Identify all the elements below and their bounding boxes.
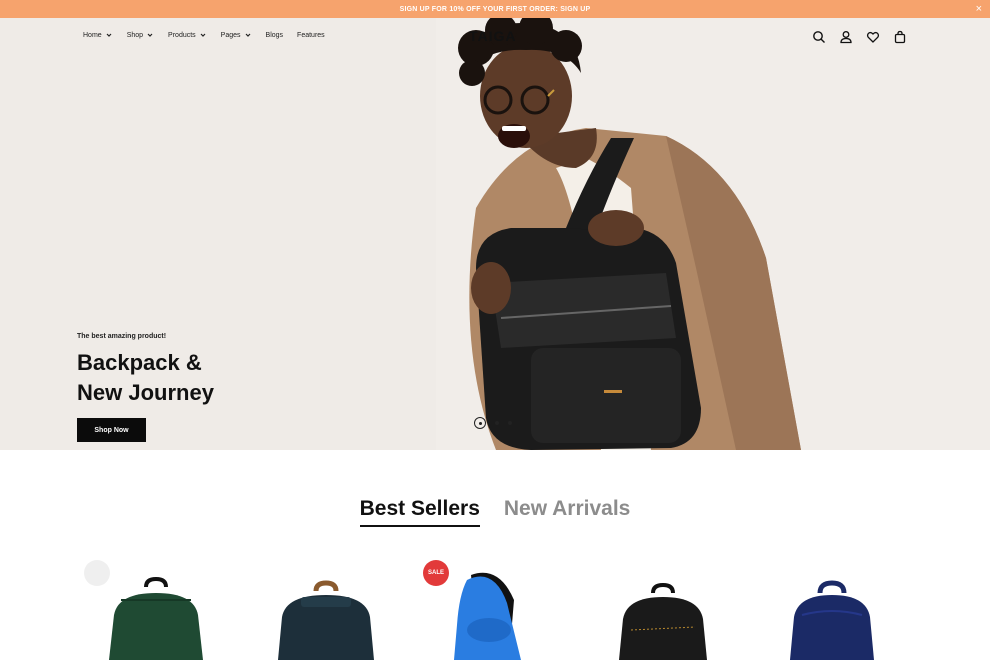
nav-item-pages[interactable]: Pages bbox=[221, 31, 252, 39]
chevron-down-icon bbox=[147, 33, 153, 37]
product-card[interactable] bbox=[752, 555, 912, 660]
hero-headline: Backpack & New Journey bbox=[77, 348, 214, 408]
search-icon[interactable] bbox=[812, 30, 826, 44]
nav-item-label: Home bbox=[83, 31, 102, 39]
hero-headline-line: Backpack & bbox=[77, 350, 202, 375]
nav-item-home[interactable]: Home bbox=[83, 31, 113, 39]
hero-headline-line: New Journey bbox=[77, 380, 214, 405]
slider-dot-active[interactable] bbox=[474, 417, 486, 429]
site-header: Home Shop Products Pages Blogs Features … bbox=[0, 18, 990, 56]
tab-new-arrivals[interactable]: New Arrivals bbox=[504, 497, 630, 527]
close-icon[interactable]: × bbox=[976, 2, 982, 16]
product-card[interactable] bbox=[409, 555, 569, 660]
backpack-image bbox=[278, 580, 374, 660]
slider-dot[interactable] bbox=[508, 421, 512, 425]
nav-item-products[interactable]: Products bbox=[168, 31, 207, 39]
nav-item-label: Features bbox=[297, 31, 325, 39]
nav-item-label: Pages bbox=[220, 31, 241, 39]
main-nav: Home Shop Products Pages Blogs Features bbox=[83, 31, 339, 39]
product-card[interactable] bbox=[76, 555, 236, 660]
nav-item-label: Shop bbox=[126, 31, 144, 39]
announcement-text[interactable]: SIGN UP FOR 10% OFF YOUR FIRST ORDER: SI… bbox=[400, 6, 591, 13]
nav-item-shop[interactable]: Shop bbox=[127, 31, 154, 39]
shop-now-button[interactable]: Shop Now bbox=[77, 418, 146, 442]
nav-item-label: Blogs bbox=[265, 31, 284, 39]
slider-pagination bbox=[474, 417, 512, 429]
hero-image bbox=[436, 18, 990, 450]
account-icon[interactable] bbox=[839, 30, 853, 44]
nav-item-blogs[interactable]: Blogs bbox=[266, 31, 284, 39]
product-card[interactable] bbox=[583, 555, 743, 660]
backpack-image bbox=[109, 576, 203, 660]
announcement-bar: SIGN UP FOR 10% OFF YOUR FIRST ORDER: SI… bbox=[0, 0, 990, 18]
hero-eyebrow: The best amazing product! bbox=[77, 333, 167, 340]
cart-icon[interactable] bbox=[893, 30, 907, 44]
hero-model-illustration bbox=[458, 18, 801, 450]
header-actions bbox=[812, 30, 907, 44]
backpack-image bbox=[619, 582, 707, 660]
backpack-image bbox=[790, 580, 874, 660]
sling-bag-image bbox=[454, 572, 521, 660]
tab-best-sellers[interactable]: Best Sellers bbox=[359, 497, 480, 527]
chevron-down-icon bbox=[200, 33, 206, 37]
slider-dot[interactable] bbox=[495, 421, 499, 425]
chevron-down-icon bbox=[106, 33, 112, 37]
nav-item-features[interactable]: Features bbox=[297, 31, 325, 39]
nav-item-label: Products bbox=[168, 31, 196, 39]
chevron-down-icon bbox=[245, 33, 250, 37]
product-grid bbox=[0, 555, 990, 660]
product-tabs: Best Sellers New Arrivals bbox=[0, 497, 990, 527]
product-card[interactable] bbox=[246, 555, 406, 660]
wishlist-icon[interactable] bbox=[866, 30, 880, 44]
site-logo[interactable]: TAIGA bbox=[469, 28, 517, 44]
